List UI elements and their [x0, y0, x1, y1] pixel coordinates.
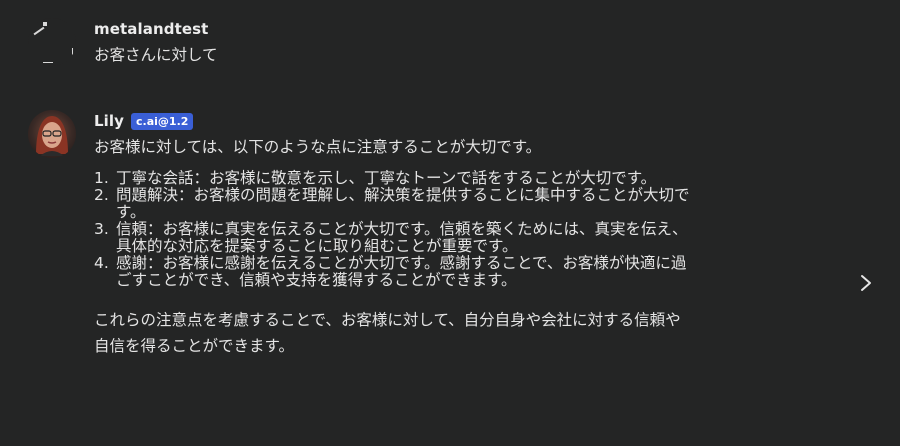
- user-message: metalandtest お客さんに対して: [28, 18, 218, 66]
- list-item: 3. 信頼：お客様に真実を伝えることが大切です。信頼を築くためには、真実を伝え、…: [94, 221, 694, 255]
- list-item: 1. 丁寧な会話：お客様に敬意を示し、丁寧なトーンで話をすることが大切です。: [94, 170, 694, 187]
- list-item-number: 4.: [94, 254, 109, 272]
- bot-closing-text: これらの注意点を考慮することで、お客様に対して、自分自身や会社に対する信頼や自信…: [94, 311, 681, 355]
- model-badge: c.ai@1.2: [131, 112, 194, 130]
- chevron-right-icon: [860, 274, 872, 296]
- bot-name: Lily: [94, 112, 125, 130]
- bot-message: Lily c.ai@1.2 お客様に対しては、以下のような点に注意することが大切…: [28, 110, 694, 359]
- user-avatar[interactable]: [28, 18, 76, 66]
- list-item-number: 1.: [94, 169, 109, 187]
- bot-avatar[interactable]: [28, 110, 76, 158]
- user-name: metalandtest: [94, 20, 209, 38]
- list-item-text: 信頼：お客様に真実を伝えることが大切です。信頼を築くためには、真実を伝え、具体的…: [116, 220, 688, 255]
- chat-window: metalandtest お客さんに対して Lily c.ai@1.2 お客様に…: [0, 0, 900, 446]
- list-item-number: 2.: [94, 186, 109, 204]
- list-item-number: 3.: [94, 220, 109, 238]
- advice-list: 1. 丁寧な会話：お客様に敬意を示し、丁寧なトーンで話をすることが大切です。 2…: [94, 170, 694, 289]
- bot-intro-text: お客様に対しては、以下のような点に注意することが大切です。: [94, 138, 542, 156]
- list-item: 2. 問題解決：お客様の問題を理解し、解決策を提供することに集中することが大切で…: [94, 187, 694, 221]
- list-item-text: 丁寧な会話：お客様に敬意を示し、丁寧なトーンで話をすることが大切です。: [116, 169, 657, 187]
- list-item-text: 問題解決：お客様の問題を理解し、解決策を提供することに集中することが大切です。: [116, 186, 690, 221]
- list-item-text: 感謝：お客様に感謝を伝えることが大切です。感謝することで、お客様が快適に過ごすこ…: [116, 254, 687, 289]
- list-item: 4. 感謝：お客様に感謝を伝えることが大切です。感謝することで、お客様が快適に過…: [94, 255, 694, 289]
- user-message-text: お客さんに対して: [94, 46, 218, 64]
- next-response-button[interactable]: [852, 268, 880, 302]
